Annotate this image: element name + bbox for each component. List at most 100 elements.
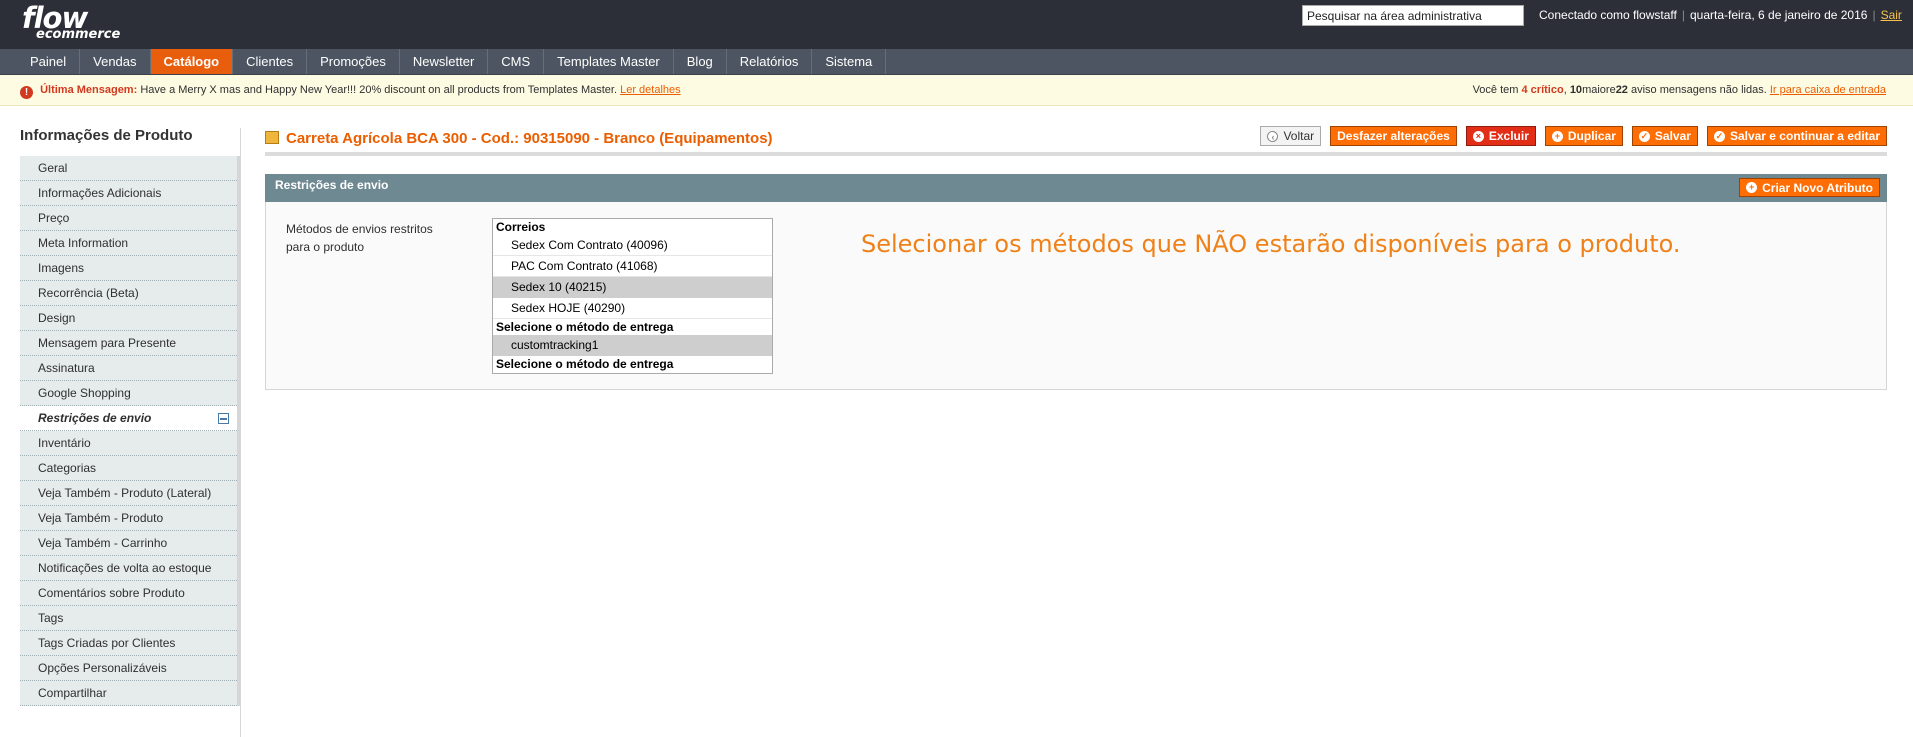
shipping-method-option[interactable]: customtracking1 [493,335,772,356]
sidebar-tab[interactable]: Mensagem para Presente [20,331,237,356]
sidebar-tab[interactable]: Opções Personalizáveis [20,656,237,681]
sidebar-tabs: Geral Informações Adicionais Preço Meta Inf… [20,156,240,706]
sidebar-tab[interactable]: Inventário [20,431,237,456]
sidebar-tab[interactable]: Restrições de envio [20,406,237,431]
major-label: maiore [1582,84,1616,96]
page-head: Carreta Agrícola BCA 300 - Cod.: 9031509… [265,126,1887,156]
nav-item-cms[interactable]: CMS [488,49,545,74]
back-label: Voltar [1283,129,1315,143]
sidebar-tab[interactable]: Assinatura [20,356,237,381]
check-icon: ✓ [1713,130,1725,142]
summary-prefix: Você tem [1472,84,1519,96]
sidebar-tab[interactable]: Preço [20,206,237,231]
global-search-input[interactable] [1302,5,1524,26]
sidebar-tab[interactable]: Design [20,306,237,331]
sidebar-tab-label: Restrições de envio [38,411,152,425]
logo[interactable]: flow ecommerce [22,4,121,42]
sidebar-tab[interactable]: Google Shopping [20,381,237,406]
tab-changed-icon [218,413,229,424]
alert-icon: ! [20,86,33,99]
create-attribute-label: Criar Novo Atributo [1762,180,1873,195]
nav-item-sistema[interactable]: Sistema [812,49,887,74]
nav-item-relatorios[interactable]: Relatórios [727,49,813,74]
sidebar-tab-label: Informações Adicionais [38,186,162,200]
nav-item-newsletter[interactable]: Newsletter [400,49,489,74]
instruction-hint: Selecionar os métodos que NÃO estarão di… [861,230,1681,258]
sidebar-tab-label: Veja Também - Produto (Lateral) [38,486,212,500]
nav-item-clientes[interactable]: Clientes [233,49,308,74]
nav-item-painel[interactable]: Painel [17,49,81,74]
logged-in-user: Conectado como flowstaff [1539,8,1677,22]
sidebar-tab[interactable]: Meta Information [20,231,237,256]
shipping-method-option[interactable]: Sedex HOJE (40290) [493,298,772,319]
nav-item-catalogo[interactable]: Catálogo [150,49,234,74]
header-user-info: Conectado como flowstaff | quarta-feira, 6… [1539,8,1902,22]
product-title: Carreta Agrícola BCA 300 - Cod.: 9031509… [286,130,773,147]
fieldset-header: Restrições de envio + Criar Novo Atributo [265,174,1887,202]
sidebar-tab[interactable]: Compartilhar [20,681,237,706]
check-icon: ✓ [1638,130,1650,142]
sidebar-tab[interactable]: Tags [20,606,237,631]
save-continue-label: Salvar e continuar a editar [1729,129,1880,143]
logout-link[interactable]: Sair [1881,8,1902,22]
back-arrow-icon: ‹ [1267,130,1279,142]
sidebar-tab[interactable]: Comentários sobre Produto [20,581,237,606]
sidebar-tab-label: Mensagem para Presente [38,336,177,350]
sidebar-tab[interactable]: Notificações de volta ao estoque [20,556,237,581]
inbox-link[interactable]: Ir para caixa de entrada [1770,84,1886,96]
sidebar-tab-label: Veja Também - Produto [38,511,164,525]
sidebar-tab-label: Assinatura [38,361,95,375]
sidebar-tab-label: Categorias [38,461,97,475]
sidebar-tab-label: Tags [38,611,64,625]
critical-count: 4 crítico [1521,84,1564,96]
shipping-method-option[interactable]: PAC Com Contrato (41068) [493,256,772,277]
sidebar-tab-label: Meta Information [38,236,129,250]
summary-suffix: aviso mensagens não lidas. [1631,84,1767,96]
delete-button[interactable]: × Excluir [1465,126,1536,146]
sidebar-tab[interactable]: Informações Adicionais [20,181,237,206]
nav-item-promocoes[interactable]: Promoções [307,49,400,74]
shipping-method-option[interactable]: Sedex Com Contrato (40096) [493,235,772,256]
main-nav: Painel Vendas Catálogo Clientes Promoções New… [0,49,1913,75]
nav-item-blog[interactable]: Blog [674,49,727,74]
restricted-methods-multiselect[interactable]: Correios Sedex Com Contrato (40096) PAC Co… [492,218,773,374]
sidebar-tab-label: Tags Criadas por Clientes [38,636,176,650]
sidebar-tab[interactable]: Recorrência (Beta) [20,281,237,306]
separator: | [1872,8,1876,22]
read-details-link[interactable]: Ler detalhes [620,84,681,96]
separator: | [1681,8,1685,22]
sidebar-tab[interactable]: Veja Também - Produto (Lateral) [20,481,237,506]
plus-icon: + [1551,130,1563,142]
option-group-label: Correios [496,220,546,234]
reset-label: Desfazer alterações [1337,129,1450,143]
plus-icon: + [1746,182,1758,193]
sidebar-tab[interactable]: Tags Criadas por Clientes [20,631,237,656]
sidebar-tab-label: Opções Personalizáveis [38,661,167,675]
nav-item-vendas[interactable]: Vendas [80,49,151,74]
unread-messages-summary: Você tem 4 crítico, 10maiore22 aviso men… [1472,84,1886,96]
sidebar-tab[interactable]: Veja Também - Carrinho [20,531,237,556]
sidebar-tab[interactable]: Imagens [20,256,237,281]
create-attribute-button[interactable]: + Criar Novo Atributo [1739,178,1880,197]
shipping-methods-label: Métodos de envios restritos para o produ… [286,222,433,254]
latest-message: ! Última Mensagem: Have a Merry X mas an… [20,84,681,99]
sidebar-tab-label: Notificações de volta ao estoque [38,561,212,575]
duplicate-button[interactable]: + Duplicar [1544,126,1623,146]
sidebar-tab[interactable]: Categorias [20,456,237,481]
save-continue-button[interactable]: ✓ Salvar e continuar a editar [1706,126,1887,146]
nav-item-templates-master[interactable]: Templates Master [544,49,674,74]
fieldset-title: Restrições de envio [275,178,389,192]
save-button[interactable]: ✓ Salvar [1631,126,1698,146]
logo-sub: ecommerce [36,27,121,42]
shipping-method-option[interactable]: Sedex 10 (40215) [493,277,772,298]
sidebar-tab[interactable]: Veja Também - Produto [20,506,237,531]
sidebar-tab-label: Geral [38,161,68,175]
reset-button[interactable]: Desfazer alterações [1330,126,1457,146]
back-button[interactable]: ‹ Voltar [1260,126,1322,146]
sidebar-tab[interactable]: Geral [20,156,237,181]
system-message-bar: ! Última Mensagem: Have a Merry X mas an… [0,75,1913,106]
duplicate-label: Duplicar [1567,129,1616,143]
page-title: Carreta Agrícola BCA 300 - Cod.: 9031509… [265,130,773,147]
product-info-sidebar: Informações de Produto Geral Informações … [20,128,240,706]
sidebar-title: Informações de Produto [20,127,193,144]
